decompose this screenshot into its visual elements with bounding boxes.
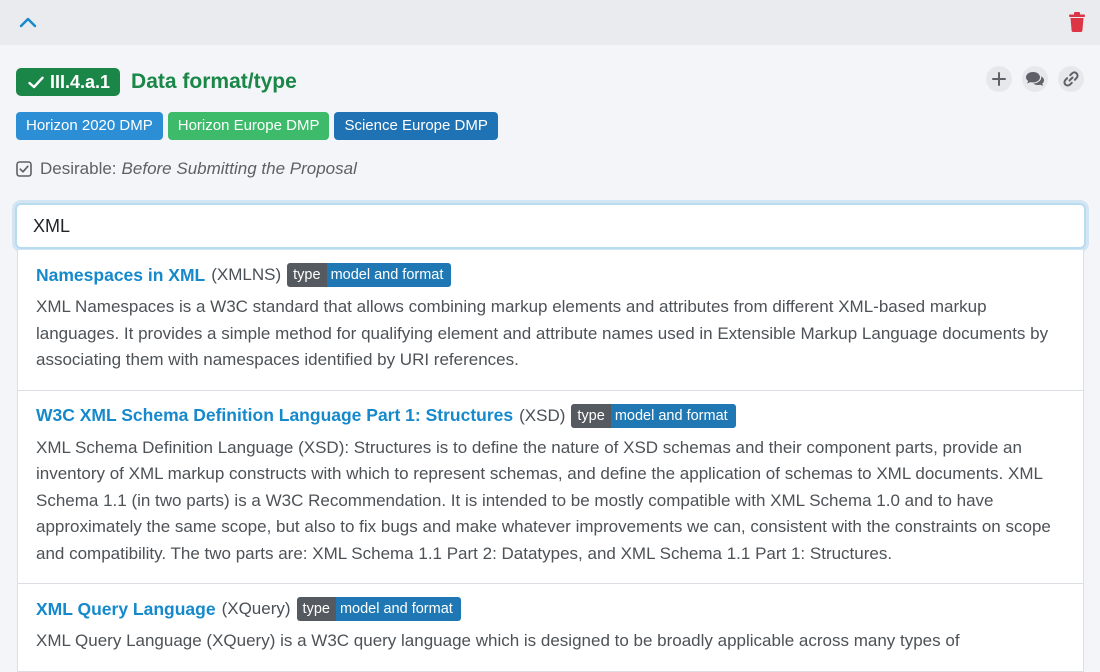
typehint-results: Namespaces in XML (XMLNS) type model and… — [17, 250, 1084, 672]
chevron-up-icon[interactable] — [16, 10, 40, 34]
result-item[interactable]: XML Query Language (XQuery) type model a… — [18, 584, 1083, 672]
question-id: III.4.a.1 — [50, 71, 111, 92]
type-badge: type model and format — [287, 263, 452, 287]
type-badge: type model and format — [571, 403, 736, 428]
question-id-badge: III.4.a.1 — [16, 68, 121, 96]
check-icon — [28, 76, 44, 89]
result-item[interactable]: W3C XML Schema Definition Language Part … — [18, 391, 1083, 584]
result-abbreviation: (XSD) — [519, 405, 566, 425]
question-toolbar — [0, 0, 1100, 45]
result-description: XML Query Language (XQuery) is a W3C que… — [36, 631, 960, 650]
question-header: III.4.a.1 Data format/type — [16, 68, 297, 96]
result-abbreviation: (XMLNS) — [211, 265, 282, 284]
tag-science-europe: Science Europe DMP — [334, 112, 498, 140]
type-badge-value: model and format — [335, 597, 461, 621]
result-description: XML Namespaces is a W3C standard that al… — [36, 297, 1049, 369]
question-title: Data format/type — [131, 70, 297, 93]
question-actions — [986, 66, 1084, 92]
result-description: XML Schema Definition Language (XSD): St… — [36, 437, 1051, 563]
result-title: Namespaces in XML — [36, 264, 206, 285]
type-badge-value: model and format — [610, 403, 736, 428]
phase-name: Before Submitting the Proposal — [121, 159, 357, 178]
link-icon[interactable] — [1058, 66, 1084, 92]
result-abbreviation: (XQuery) — [221, 599, 291, 618]
question-tags: Horizon 2020 DMP Horizon Europe DMP Scie… — [16, 112, 498, 140]
desirable-label: Desirable: — [40, 159, 117, 178]
checkbox-icon — [16, 161, 32, 177]
type-badge-value: model and format — [326, 263, 452, 287]
tag-horizon-europe: Horizon Europe DMP — [167, 112, 330, 140]
type-badge-key: type — [287, 263, 327, 287]
search-input[interactable] — [17, 205, 1084, 247]
type-badge-key: type — [571, 403, 611, 428]
add-icon[interactable] — [986, 66, 1012, 92]
comments-icon[interactable] — [1022, 66, 1048, 92]
result-item[interactable]: Namespaces in XML (XMLNS) type model and… — [18, 250, 1083, 391]
typehint-search — [15, 203, 1086, 249]
type-badge: type model and format — [296, 597, 461, 621]
trash-icon[interactable] — [1068, 11, 1086, 33]
result-title: XML Query Language — [36, 598, 216, 619]
result-title: W3C XML Schema Definition Language Part … — [36, 405, 514, 425]
type-badge-key: type — [296, 597, 336, 621]
desirable-phase: Desirable: Before Submitting the Proposa… — [16, 158, 357, 180]
tag-horizon-2020: Horizon 2020 DMP — [16, 112, 163, 140]
